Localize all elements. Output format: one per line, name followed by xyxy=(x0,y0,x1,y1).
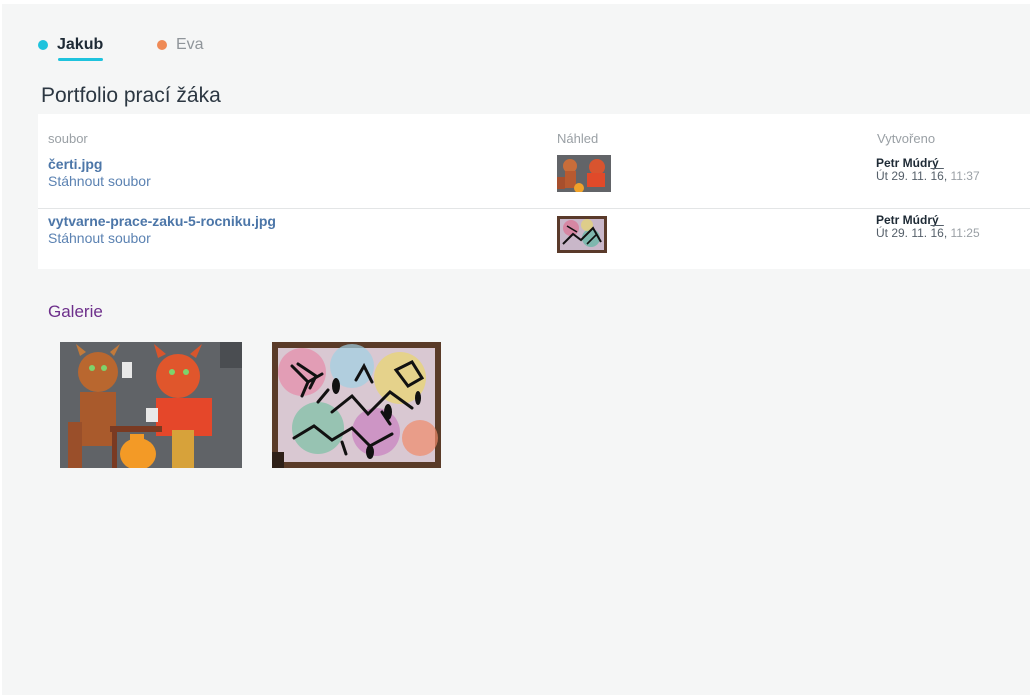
active-tab-indicator xyxy=(58,58,104,61)
student-dot-icon xyxy=(157,40,167,50)
files-table: soubor Náhled Vytvořeno čerti.jpg Stáhno… xyxy=(38,114,1030,269)
table-row: vytvarne-prace-zaku-5-rocniku.jpg Stáhno… xyxy=(38,208,1030,265)
tab-label: Eva xyxy=(176,36,204,53)
tab-eva[interactable]: Eva xyxy=(157,32,204,58)
created-date: Út 29. 11. xyxy=(876,169,931,183)
gallery-title: Galerie xyxy=(48,302,103,321)
author-name: Petr Múdrý xyxy=(876,156,939,170)
file-name-link[interactable]: čerti.jpg xyxy=(48,156,102,172)
file-name-link[interactable]: vytvarne-prace-zaku-5-rocniku.jpg xyxy=(48,213,276,229)
date-separator: , xyxy=(943,226,951,240)
column-header-created: Vytvořeno xyxy=(877,131,936,146)
created-date: Út 29. 11. xyxy=(876,226,931,240)
tab-label: Jakub xyxy=(57,36,104,53)
created-timestamp: Út 29. 11. 16, 11:37 xyxy=(876,169,980,183)
gallery-image[interactable] xyxy=(272,342,441,468)
created-timestamp: Út 29. 11. 16, 11:25 xyxy=(876,226,980,240)
author-name: Petr Múdrý xyxy=(876,213,939,227)
created-time: 11:37 xyxy=(950,169,980,183)
created-time: 11:25 xyxy=(950,226,980,240)
gallery-image[interactable] xyxy=(60,342,242,468)
page: Jakub Eva Portfolio prací žáka soubor Ná… xyxy=(2,4,1030,695)
download-link[interactable]: Stáhnout soubor xyxy=(48,230,151,246)
preview-thumbnail[interactable] xyxy=(557,155,611,192)
created-year: 16 xyxy=(930,226,944,240)
page-title: Portfolio prací žáka xyxy=(41,84,221,107)
column-header-preview: Náhled xyxy=(557,131,599,146)
column-header-file: soubor xyxy=(48,131,88,146)
tab-jakub[interactable]: Jakub xyxy=(38,32,104,61)
created-year: 16 xyxy=(930,169,944,183)
preview-thumbnail[interactable] xyxy=(557,216,607,253)
download-link[interactable]: Stáhnout soubor xyxy=(48,173,151,189)
date-separator: , xyxy=(943,169,951,183)
student-dot-icon xyxy=(38,40,48,50)
table-row: čerti.jpg Stáhnout soubor Petr Múdrý Út … xyxy=(38,152,1030,208)
